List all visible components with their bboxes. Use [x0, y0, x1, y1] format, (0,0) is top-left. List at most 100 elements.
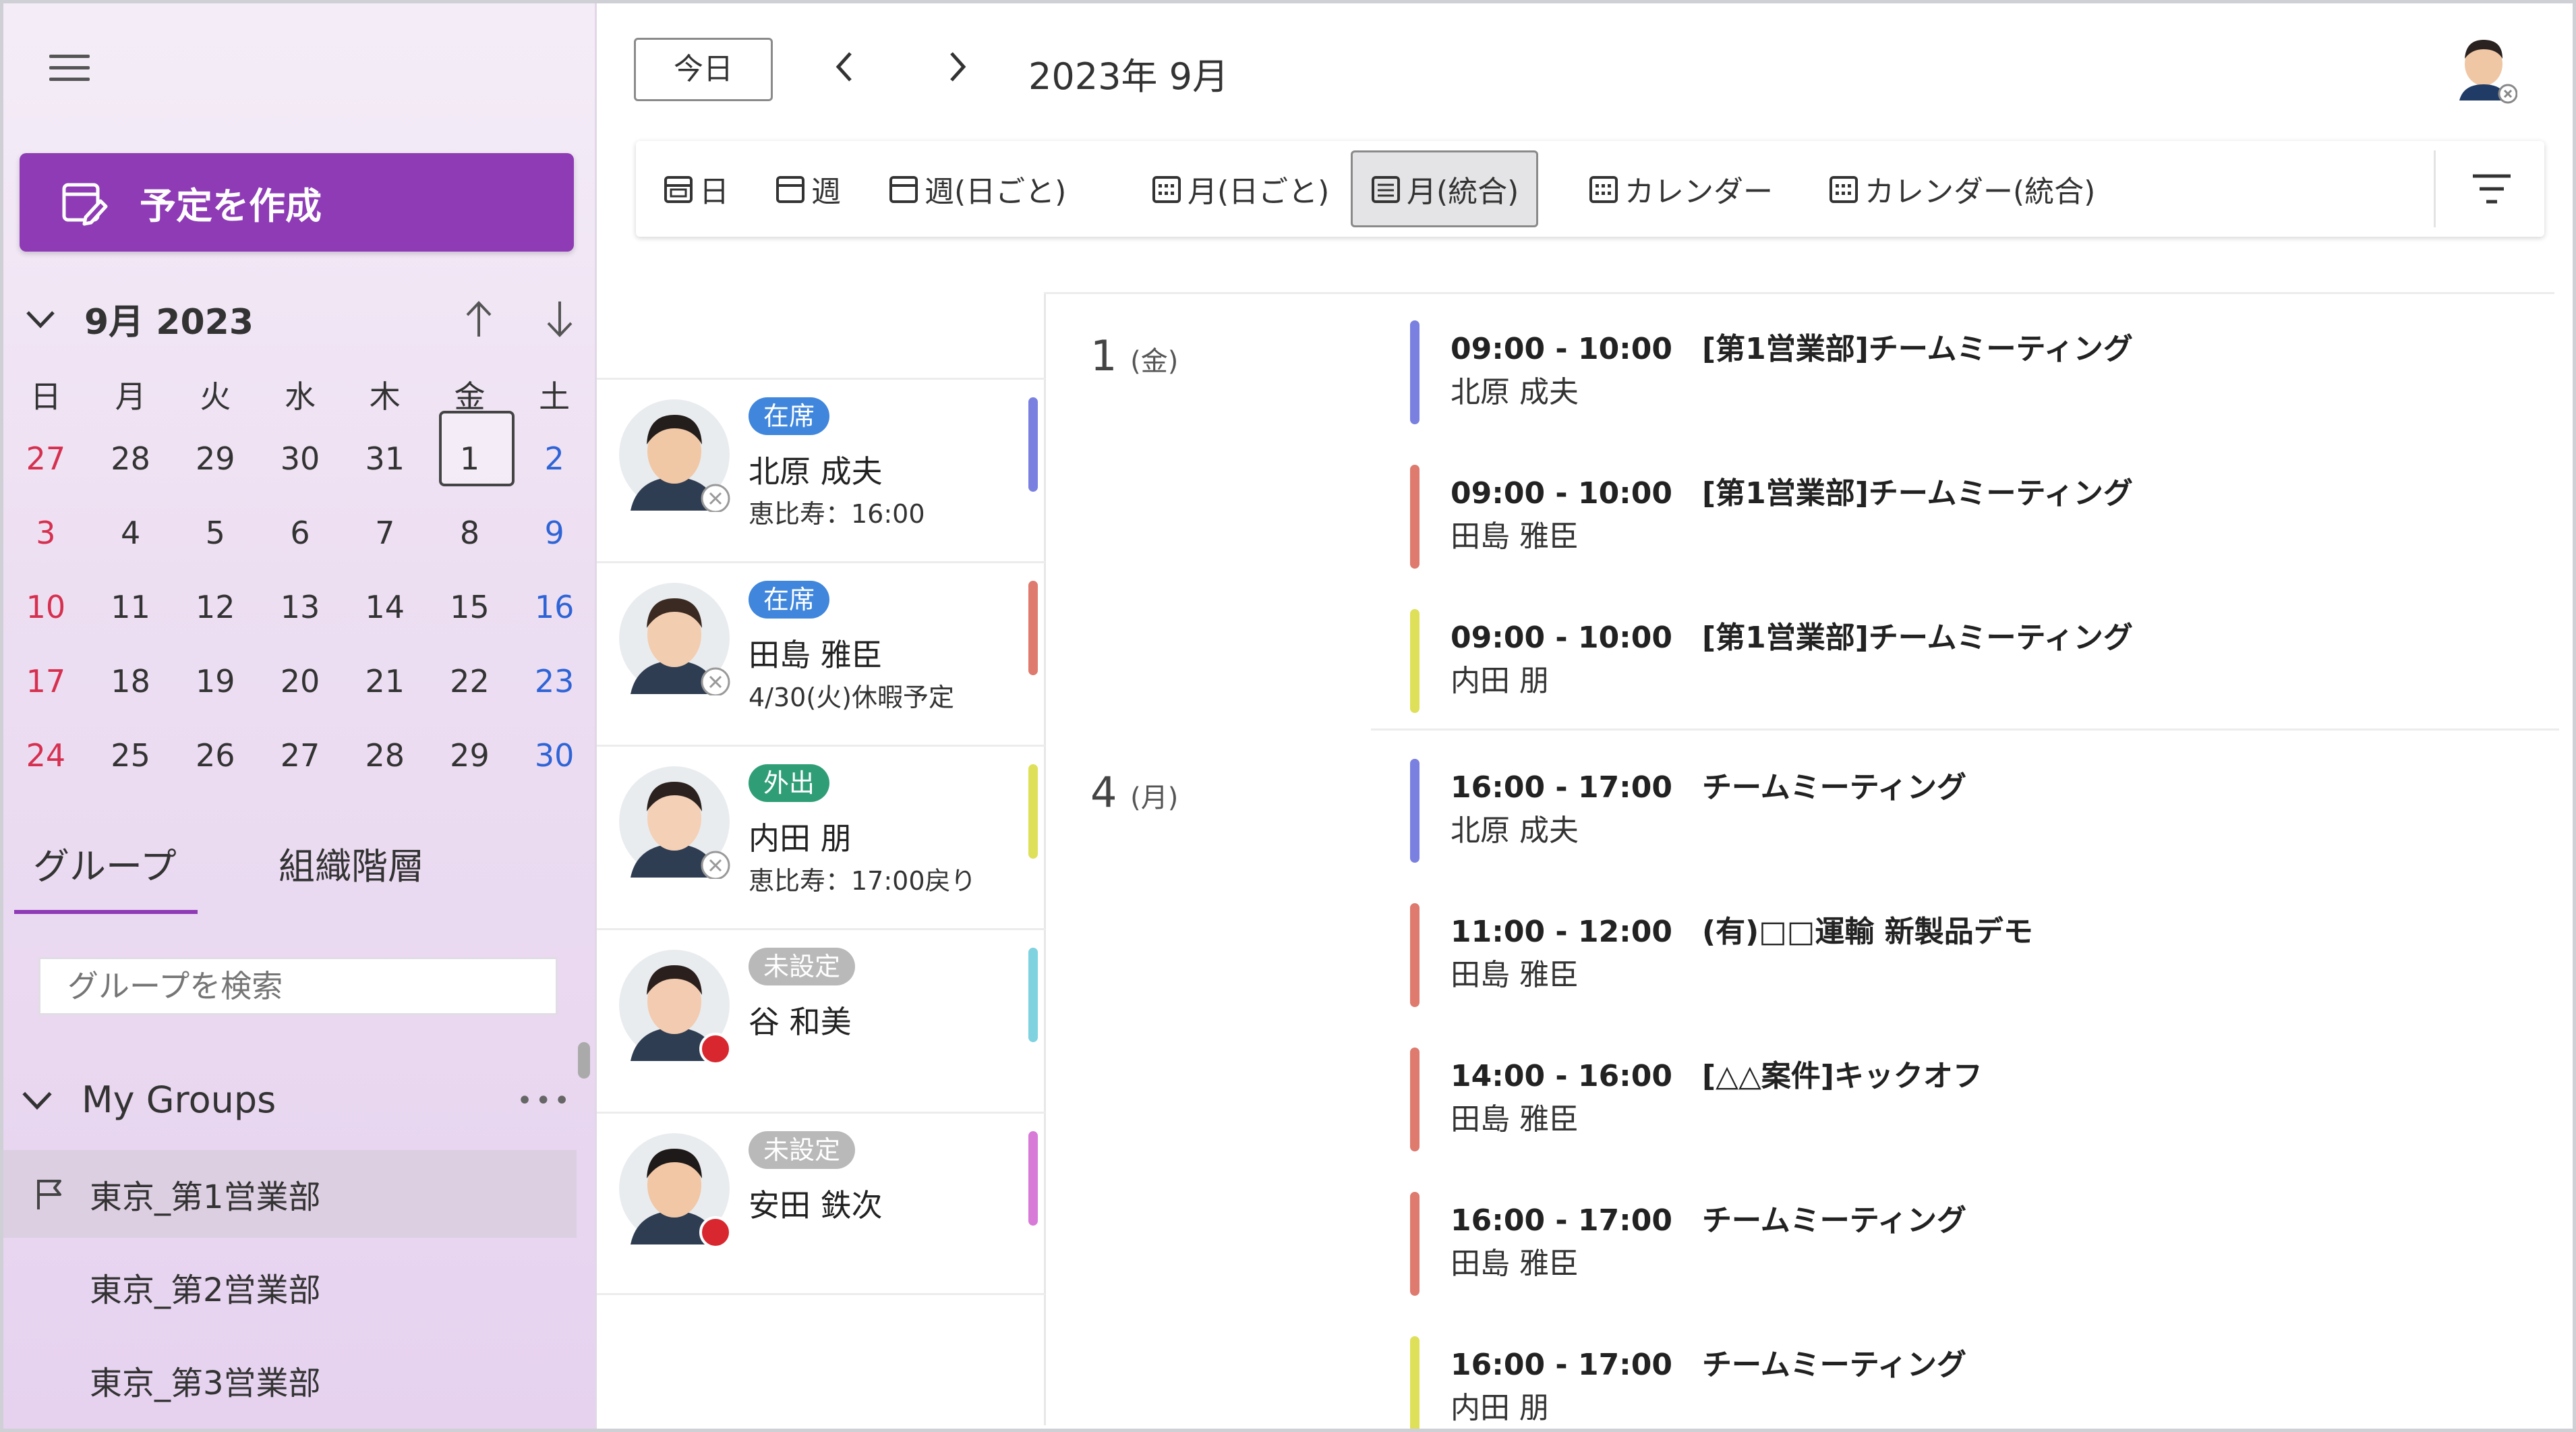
view-calendar[interactable]: カレンダー: [1571, 150, 1790, 227]
mini-calendar-day-label: 28: [365, 737, 405, 774]
mini-calendar-day-label: 17: [26, 663, 66, 699]
people-list: 在席 北原 成夫 恵比寿：16:00 在席 田島 雅臣 4/30(火)休暇予定 外出 内田 朋…: [597, 378, 1045, 1295]
status-badge: 外出: [749, 764, 830, 802]
status-badge: 在席: [749, 397, 830, 435]
mini-calendar-day[interactable]: 4: [88, 515, 173, 551]
more-options-icon[interactable]: •••: [517, 1085, 573, 1116]
today-button[interactable]: 今日: [634, 38, 773, 101]
view-calendar-combined[interactable]: カレンダー(統合): [1811, 150, 2113, 227]
mini-calendar-day[interactable]: 7: [343, 515, 428, 551]
person-row[interactable]: 未設定谷 和美: [597, 928, 1045, 1112]
mini-calendar-day[interactable]: 16: [512, 589, 595, 625]
person-note: 恵比寿：16:00: [749, 499, 925, 529]
mini-calendar-day[interactable]: 13: [258, 589, 343, 625]
mini-calendar-day[interactable]: 12: [173, 589, 258, 625]
person-row[interactable]: 在席 田島 雅臣 4/30(火)休暇予定: [597, 561, 1045, 745]
arrow-down-icon[interactable]: [543, 299, 577, 339]
mini-calendar-day[interactable]: 29: [428, 737, 513, 774]
day-weekday: (月): [1130, 782, 1179, 813]
mini-calendar-day-label: 16: [534, 589, 575, 625]
tab-groups[interactable]: グループ: [14, 820, 198, 914]
view-label: 月(日ごと): [1188, 175, 1330, 209]
mini-calendar-day[interactable]: 2: [512, 440, 595, 477]
user-avatar[interactable]: [2450, 30, 2517, 105]
mini-calendar-day[interactable]: 5: [173, 515, 258, 551]
event-owner: 田島 雅臣: [1451, 1102, 1579, 1137]
mini-calendar-day-label: 19: [196, 663, 235, 699]
person-row[interactable]: 在席 北原 成夫 恵比寿：16:00: [597, 378, 1045, 561]
mini-calendar-day[interactable]: 27: [258, 737, 343, 774]
mini-calendar-day[interactable]: 11: [88, 589, 173, 625]
mini-calendar-day[interactable]: 10: [3, 589, 88, 625]
mini-calendar-day[interactable]: 20: [258, 663, 343, 699]
mini-calendar-day[interactable]: 18: [88, 663, 173, 699]
mini-calendar-day[interactable]: 28: [88, 440, 173, 477]
event-title: 09:00 - 10:00 [第1営業部]チームミーティング: [1451, 621, 2133, 655]
day-number: 1: [1090, 331, 1117, 380]
mini-calendar-day[interactable]: 21: [343, 663, 428, 699]
tab-org-hierarchy[interactable]: 組織階層: [279, 820, 424, 914]
person-row[interactable]: 未設定 安田 鉄次: [597, 1112, 1045, 1295]
mini-calendar-day[interactable]: 6: [258, 515, 343, 551]
week-row: 17 18 19 20 21 22 23: [3, 644, 595, 718]
person-color-bar: [1028, 581, 1038, 675]
group-search-input[interactable]: [38, 957, 558, 1015]
week-row: 27 28 29 30 31 1 2: [3, 411, 595, 496]
mini-calendar-day[interactable]: 30: [258, 440, 343, 477]
mini-calendar-day-label: 29: [450, 737, 490, 774]
mini-calendar-day-label: 29: [196, 440, 235, 477]
view-week[interactable]: 週: [757, 150, 858, 227]
my-groups-header[interactable]: My Groups •••: [20, 1069, 573, 1130]
sidebar-scrollbar[interactable]: [578, 1042, 590, 1079]
chevron-down-icon[interactable]: [24, 302, 57, 335]
week-view-icon: [889, 176, 918, 203]
mini-calendar-day[interactable]: 3: [3, 515, 88, 551]
mini-calendar-day[interactable]: 25: [88, 737, 173, 774]
view-month-combined[interactable]: 月(統合): [1351, 150, 1539, 227]
menu-icon[interactable]: [49, 55, 90, 82]
create-event-button[interactable]: 予定を作成: [20, 153, 574, 252]
mini-calendar-day[interactable]: 14: [343, 589, 428, 625]
mini-calendar-day[interactable]: 29: [173, 440, 258, 477]
view-month-by-day[interactable]: 月(日ごと): [1134, 150, 1347, 227]
view-week-by-day[interactable]: 週(日ごと): [871, 150, 1084, 227]
group-item[interactable]: 東京_第3営業部: [3, 1336, 577, 1424]
view-day[interactable]: 日: [645, 150, 747, 227]
event-title: 16:00 - 17:00 チームミーティング: [1451, 770, 1967, 805]
chevron-left-icon[interactable]: [827, 47, 861, 87]
day-view-icon: [664, 176, 693, 203]
mini-calendar-day[interactable]: 24: [3, 737, 88, 774]
mini-calendar-day[interactable]: 23: [512, 663, 595, 699]
mini-calendar-day[interactable]: 28: [343, 737, 428, 774]
filter-icon[interactable]: [2470, 171, 2513, 207]
mini-calendar-day[interactable]: 22: [428, 663, 513, 699]
group-item[interactable]: 東京_第1営業部: [3, 1150, 577, 1238]
mini-calendar-day-label: 11: [111, 589, 150, 625]
mini-calendar-day[interactable]: 27: [3, 440, 88, 477]
mini-calendar-day[interactable]: 31: [343, 440, 428, 477]
weekday-header-label: 月: [115, 378, 146, 415]
weekday-header: 火: [173, 372, 258, 417]
sidebar: 予定を作成 9月 2023 日月火水木金土 27 28 29 30 31 1 2 3 4 5 6 7 8 9…: [3, 3, 597, 1429]
chevron-right-icon[interactable]: [941, 47, 974, 87]
mini-calendar-day[interactable]: 9: [512, 515, 595, 551]
mini-calendar-day-label: 5: [205, 515, 225, 551]
mini-calendar-day[interactable]: 15: [428, 589, 513, 625]
mini-calendar-day[interactable]: 17: [3, 663, 88, 699]
mini-calendar-day-label: 1: [459, 440, 480, 477]
week-row: 10 11 12 13 14 15 16: [3, 570, 595, 644]
mini-calendar-day-label: 28: [111, 440, 150, 477]
mini-calendar-day[interactable]: 30: [512, 737, 595, 774]
group-item[interactable]: 東京_第2営業部: [3, 1243, 577, 1331]
mini-calendar-day[interactable]: 1: [428, 411, 515, 486]
person-row[interactable]: 外出 内田 朋恵比寿：17:00戻り: [597, 745, 1045, 928]
mini-calendar-day[interactable]: 19: [173, 663, 258, 699]
mini-calendar-day[interactable]: 8: [428, 515, 513, 551]
avatar: [619, 950, 732, 1062]
mini-calendar-day-label: 22: [450, 663, 490, 699]
mini-calendar-day[interactable]: 26: [173, 737, 258, 774]
divider: [2434, 150, 2436, 227]
event-owner: 田島 雅臣: [1451, 958, 1579, 992]
my-groups-label: My Groups: [82, 1078, 276, 1121]
arrow-up-icon[interactable]: [462, 299, 496, 339]
